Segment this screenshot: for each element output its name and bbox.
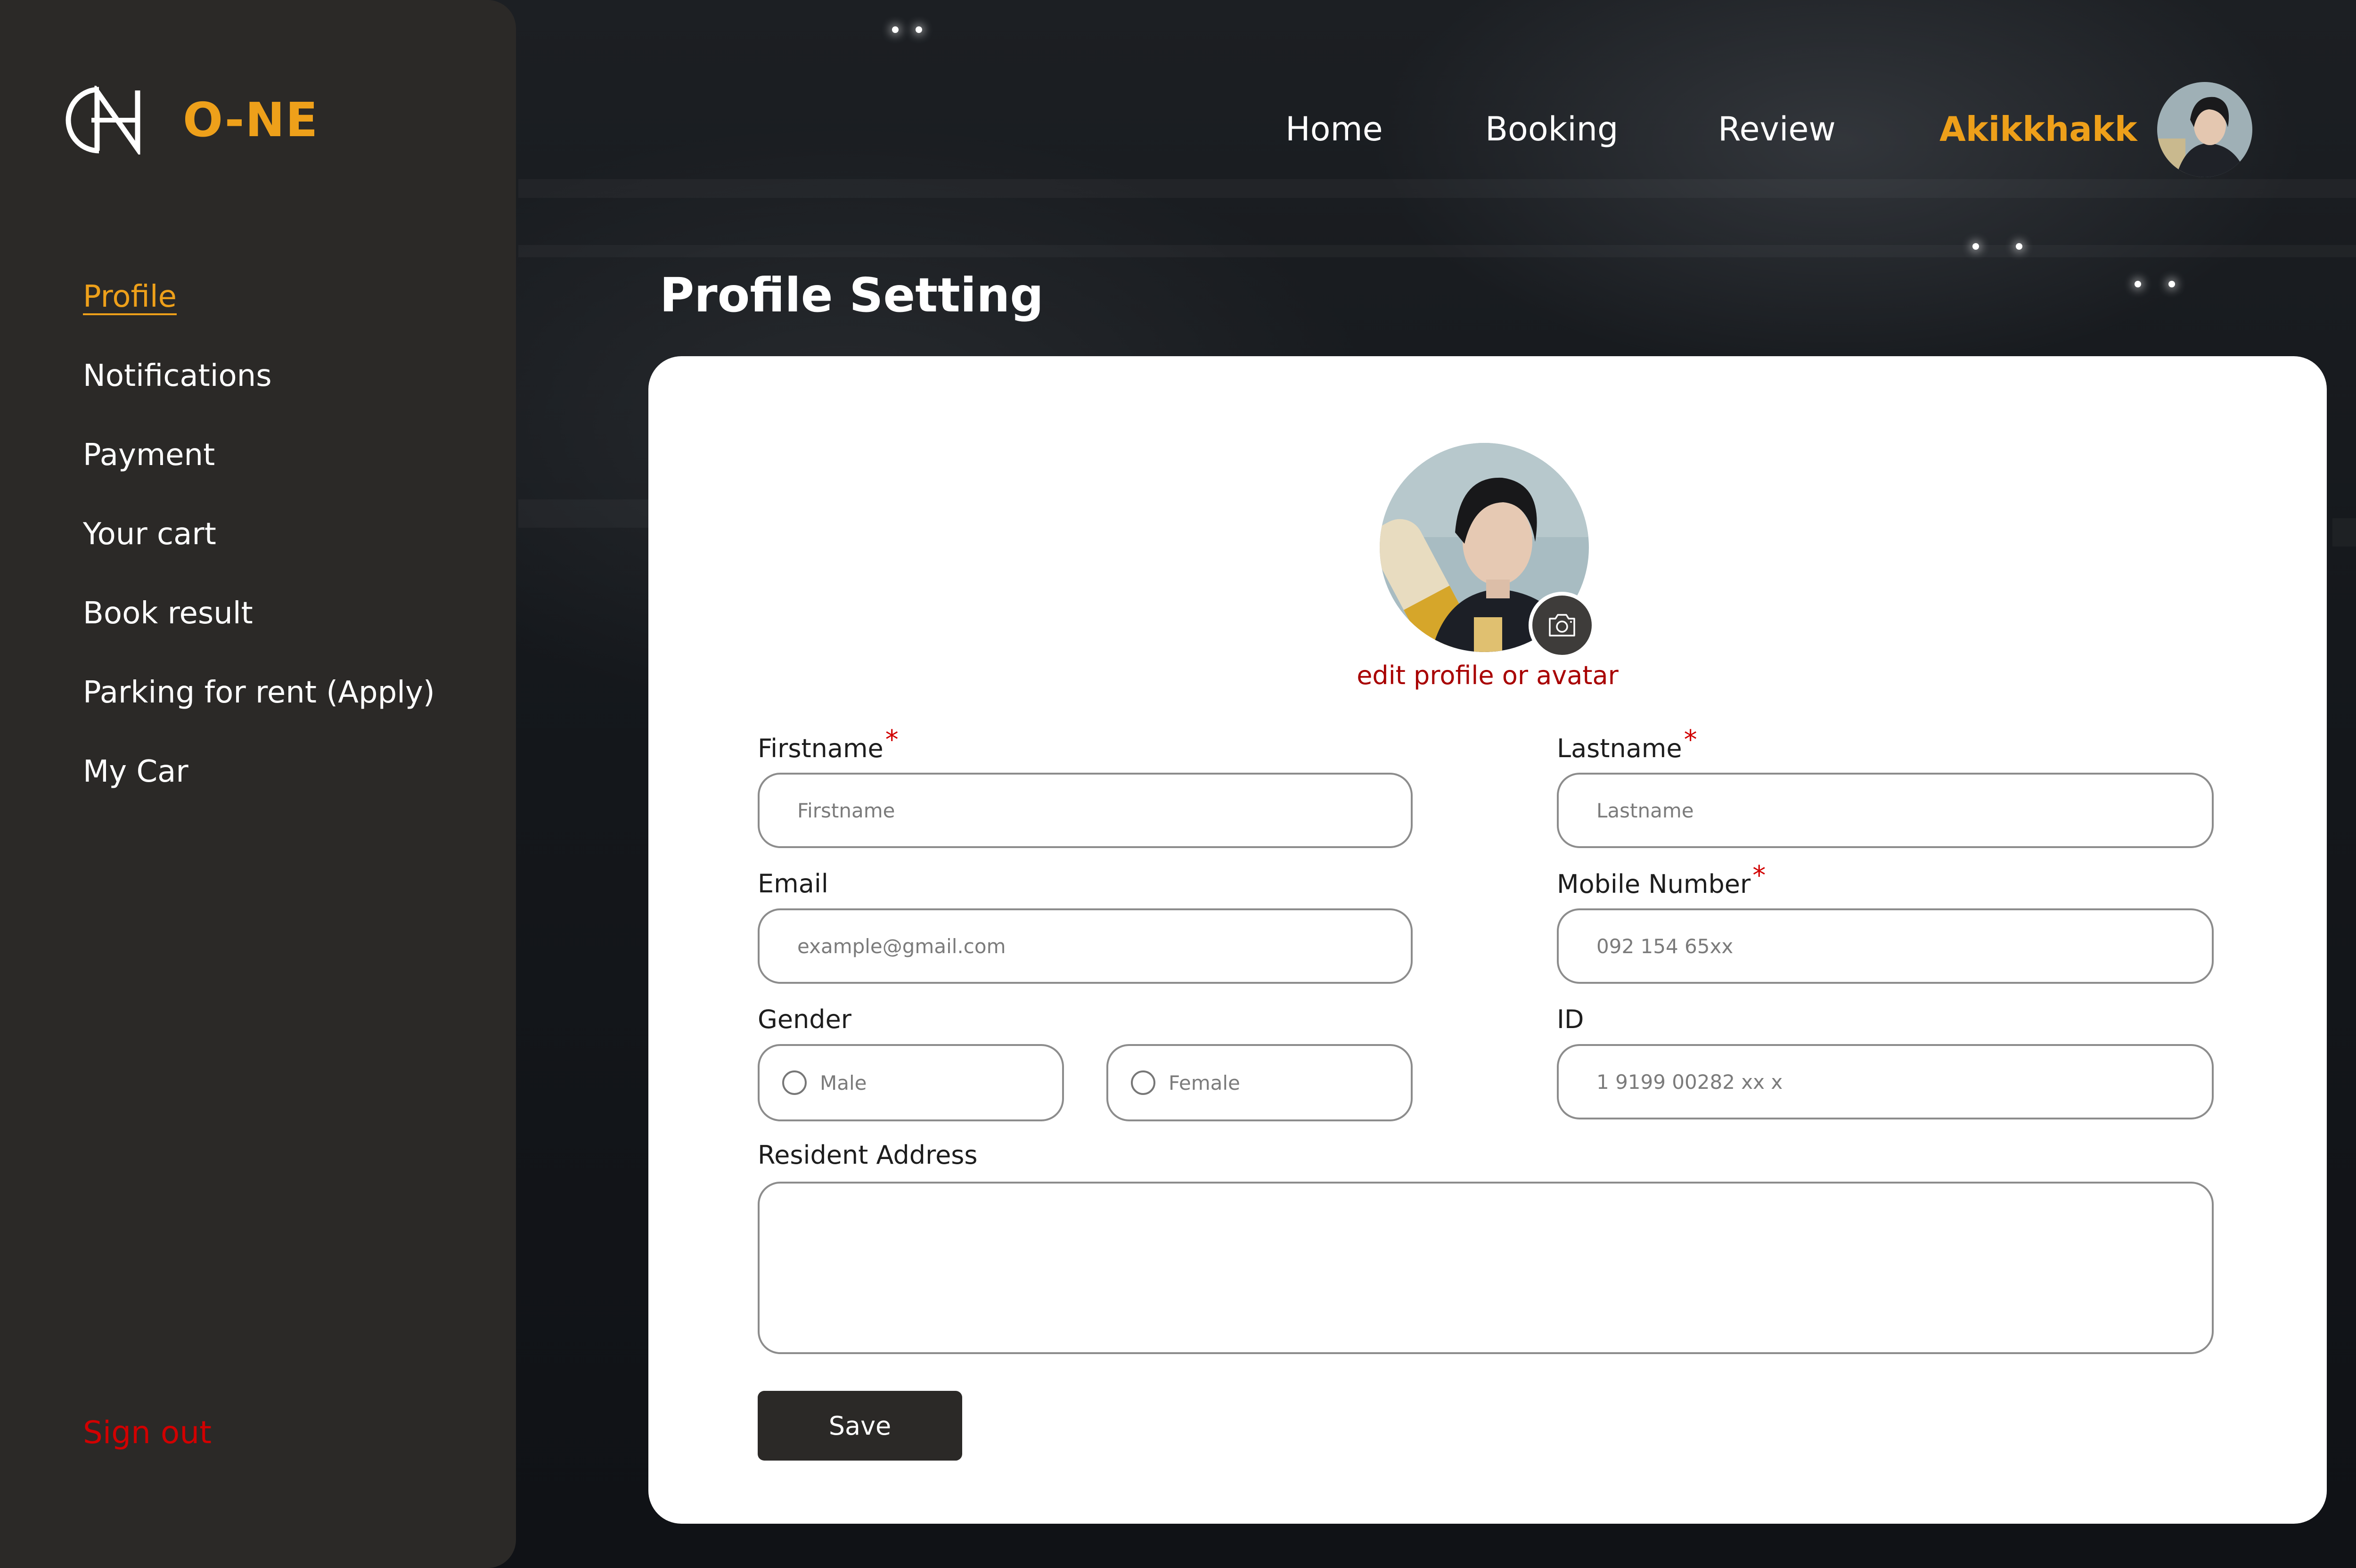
lastname-input[interactable] <box>1557 773 2214 848</box>
user-name[interactable]: Akikkhakk <box>1939 106 2137 153</box>
email-input[interactable] <box>758 908 1413 984</box>
mobile-label-text: Mobile Number <box>1557 869 1751 899</box>
nav-home[interactable]: Home <box>1285 106 1383 153</box>
bg-light <box>2016 243 2022 250</box>
gender-option-female[interactable]: Female <box>1106 1044 1413 1121</box>
email-label: Email <box>758 869 828 898</box>
brand-name[interactable]: O-NE <box>183 92 319 147</box>
sidebar: O-NE Profile Notifications Payment Your … <box>0 0 516 1568</box>
sign-out-link[interactable]: Sign out <box>83 1414 212 1451</box>
bg-light <box>892 26 899 33</box>
sidebar-item-book-result[interactable]: Book result <box>83 590 435 669</box>
sidebar-nav: Profile Notifications Payment Your cart … <box>83 273 435 827</box>
lastname-label-text: Lastname <box>1557 734 1682 763</box>
nav-review[interactable]: Review <box>1718 106 1836 153</box>
radio-circle[interactable] <box>1131 1070 1155 1095</box>
sidebar-item-parking-for-rent[interactable]: Parking for rent (Apply) <box>83 669 435 748</box>
bg-light <box>1972 243 1979 250</box>
id-input[interactable] <box>1557 1044 2214 1119</box>
bg-beam <box>518 179 2356 198</box>
bg-beam <box>2332 518 2356 547</box>
bg-beam <box>518 499 660 528</box>
sidebar-item-my-car[interactable]: My Car <box>83 748 435 827</box>
bg-light <box>2168 281 2175 287</box>
lastname-label: Lastname* <box>1557 725 1697 764</box>
sidebar-item-notifications[interactable]: Notifications <box>83 352 435 432</box>
radio-circle[interactable] <box>782 1070 807 1095</box>
page-title: Profile Setting <box>660 268 1044 323</box>
firstname-label: Firstname* <box>758 725 899 764</box>
brand-logo-icon[interactable] <box>60 86 145 155</box>
bg-light <box>916 26 922 33</box>
gender-option-label: Male <box>820 1071 867 1094</box>
profile-card: edit profile or avatar Firstname* Lastna… <box>648 356 2327 1524</box>
change-avatar-button[interactable] <box>1529 592 1595 659</box>
gender-option-male[interactable]: Male <box>758 1044 1064 1121</box>
required-mark: * <box>1752 860 1766 891</box>
required-mark: * <box>885 725 899 755</box>
firstname-input[interactable] <box>758 773 1413 848</box>
profile-avatar-container <box>1380 443 1595 659</box>
sidebar-item-payment[interactable]: Payment <box>83 432 435 511</box>
mobile-label: Mobile Number* <box>1557 860 1766 899</box>
id-label: ID <box>1557 1004 1584 1034</box>
required-mark: * <box>1684 725 1697 755</box>
gender-option-label: Female <box>1169 1071 1240 1094</box>
avatar-photo <box>2157 82 2252 177</box>
gender-label: Gender <box>758 1004 851 1034</box>
bg-beam <box>518 245 2356 257</box>
mobile-input[interactable] <box>1557 908 2214 984</box>
sidebar-item-your-cart[interactable]: Your cart <box>83 511 435 590</box>
nav-booking[interactable]: Booking <box>1485 106 1618 153</box>
camera-icon <box>1549 614 1575 637</box>
address-textarea[interactable] <box>758 1182 2214 1354</box>
save-button[interactable]: Save <box>758 1391 962 1461</box>
firstname-label-text: Firstname <box>758 734 884 763</box>
address-label: Resident Address <box>758 1140 978 1170</box>
bg-light <box>2135 281 2141 287</box>
edit-avatar-link[interactable]: edit profile or avatar <box>648 661 2327 690</box>
header-avatar[interactable] <box>2157 82 2252 177</box>
sidebar-item-profile[interactable]: Profile <box>83 273 435 352</box>
